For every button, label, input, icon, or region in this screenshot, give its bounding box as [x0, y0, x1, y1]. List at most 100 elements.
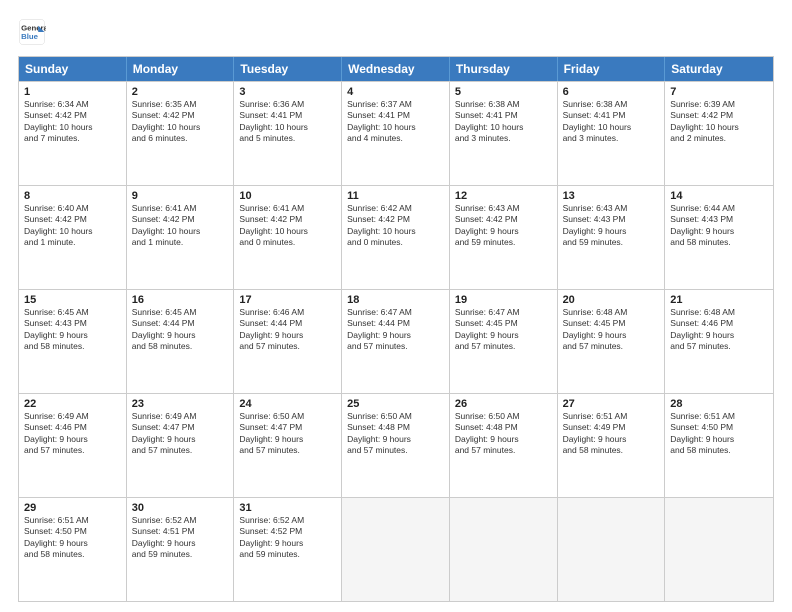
- day-number: 20: [563, 294, 660, 306]
- day-info: Sunrise: 6:47 AMSunset: 4:45 PMDaylight:…: [455, 307, 552, 353]
- day-number: 7: [670, 86, 768, 98]
- day-number: 23: [132, 398, 229, 410]
- cal-cell-day-18: 18Sunrise: 6:47 AMSunset: 4:44 PMDayligh…: [342, 290, 450, 393]
- cal-cell-day-16: 16Sunrise: 6:45 AMSunset: 4:44 PMDayligh…: [127, 290, 235, 393]
- cal-cell-empty: [558, 498, 666, 601]
- cal-header-saturday: Saturday: [665, 57, 773, 81]
- cal-cell-day-6: 6Sunrise: 6:38 AMSunset: 4:41 PMDaylight…: [558, 82, 666, 185]
- header: General Blue: [18, 18, 774, 46]
- cal-week-4: 22Sunrise: 6:49 AMSunset: 4:46 PMDayligh…: [19, 393, 773, 497]
- cal-cell-day-27: 27Sunrise: 6:51 AMSunset: 4:49 PMDayligh…: [558, 394, 666, 497]
- cal-header-monday: Monday: [127, 57, 235, 81]
- cal-cell-day-28: 28Sunrise: 6:51 AMSunset: 4:50 PMDayligh…: [665, 394, 773, 497]
- cal-cell-day-14: 14Sunrise: 6:44 AMSunset: 4:43 PMDayligh…: [665, 186, 773, 289]
- day-info: Sunrise: 6:41 AMSunset: 4:42 PMDaylight:…: [239, 203, 336, 249]
- cal-cell-day-17: 17Sunrise: 6:46 AMSunset: 4:44 PMDayligh…: [234, 290, 342, 393]
- cal-cell-day-12: 12Sunrise: 6:43 AMSunset: 4:42 PMDayligh…: [450, 186, 558, 289]
- day-info: Sunrise: 6:38 AMSunset: 4:41 PMDaylight:…: [455, 99, 552, 145]
- cal-cell-day-13: 13Sunrise: 6:43 AMSunset: 4:43 PMDayligh…: [558, 186, 666, 289]
- day-number: 11: [347, 190, 444, 202]
- day-info: Sunrise: 6:52 AMSunset: 4:52 PMDaylight:…: [239, 515, 336, 561]
- day-info: Sunrise: 6:43 AMSunset: 4:43 PMDaylight:…: [563, 203, 660, 249]
- day-info: Sunrise: 6:48 AMSunset: 4:46 PMDaylight:…: [670, 307, 768, 353]
- cal-cell-day-21: 21Sunrise: 6:48 AMSunset: 4:46 PMDayligh…: [665, 290, 773, 393]
- cal-cell-day-5: 5Sunrise: 6:38 AMSunset: 4:41 PMDaylight…: [450, 82, 558, 185]
- day-info: Sunrise: 6:41 AMSunset: 4:42 PMDaylight:…: [132, 203, 229, 249]
- day-info: Sunrise: 6:36 AMSunset: 4:41 PMDaylight:…: [239, 99, 336, 145]
- day-number: 1: [24, 86, 121, 98]
- day-info: Sunrise: 6:37 AMSunset: 4:41 PMDaylight:…: [347, 99, 444, 145]
- day-number: 18: [347, 294, 444, 306]
- cal-week-5: 29Sunrise: 6:51 AMSunset: 4:50 PMDayligh…: [19, 497, 773, 601]
- day-info: Sunrise: 6:34 AMSunset: 4:42 PMDaylight:…: [24, 99, 121, 145]
- day-number: 26: [455, 398, 552, 410]
- cal-cell-day-3: 3Sunrise: 6:36 AMSunset: 4:41 PMDaylight…: [234, 82, 342, 185]
- day-info: Sunrise: 6:49 AMSunset: 4:46 PMDaylight:…: [24, 411, 121, 457]
- cal-cell-day-31: 31Sunrise: 6:52 AMSunset: 4:52 PMDayligh…: [234, 498, 342, 601]
- day-number: 24: [239, 398, 336, 410]
- day-info: Sunrise: 6:50 AMSunset: 4:47 PMDaylight:…: [239, 411, 336, 457]
- cal-cell-empty: [450, 498, 558, 601]
- day-info: Sunrise: 6:44 AMSunset: 4:43 PMDaylight:…: [670, 203, 768, 249]
- day-info: Sunrise: 6:45 AMSunset: 4:44 PMDaylight:…: [132, 307, 229, 353]
- cal-cell-day-23: 23Sunrise: 6:49 AMSunset: 4:47 PMDayligh…: [127, 394, 235, 497]
- calendar-body: 1Sunrise: 6:34 AMSunset: 4:42 PMDaylight…: [19, 81, 773, 601]
- day-number: 12: [455, 190, 552, 202]
- cal-cell-day-9: 9Sunrise: 6:41 AMSunset: 4:42 PMDaylight…: [127, 186, 235, 289]
- cal-cell-day-30: 30Sunrise: 6:52 AMSunset: 4:51 PMDayligh…: [127, 498, 235, 601]
- cal-header-wednesday: Wednesday: [342, 57, 450, 81]
- day-number: 10: [239, 190, 336, 202]
- day-number: 2: [132, 86, 229, 98]
- day-number: 22: [24, 398, 121, 410]
- page: General Blue SundayMondayTuesdayWednesda…: [0, 0, 792, 612]
- cal-cell-day-24: 24Sunrise: 6:50 AMSunset: 4:47 PMDayligh…: [234, 394, 342, 497]
- day-info: Sunrise: 6:42 AMSunset: 4:42 PMDaylight:…: [347, 203, 444, 249]
- day-number: 21: [670, 294, 768, 306]
- day-number: 31: [239, 502, 336, 514]
- day-info: Sunrise: 6:46 AMSunset: 4:44 PMDaylight:…: [239, 307, 336, 353]
- day-number: 30: [132, 502, 229, 514]
- day-info: Sunrise: 6:39 AMSunset: 4:42 PMDaylight:…: [670, 99, 768, 145]
- day-number: 9: [132, 190, 229, 202]
- logo: General Blue: [18, 18, 50, 46]
- cal-cell-day-25: 25Sunrise: 6:50 AMSunset: 4:48 PMDayligh…: [342, 394, 450, 497]
- svg-text:Blue: Blue: [21, 32, 39, 41]
- day-number: 16: [132, 294, 229, 306]
- day-number: 6: [563, 86, 660, 98]
- calendar-header-row: SundayMondayTuesdayWednesdayThursdayFrid…: [19, 57, 773, 81]
- day-number: 29: [24, 502, 121, 514]
- day-info: Sunrise: 6:38 AMSunset: 4:41 PMDaylight:…: [563, 99, 660, 145]
- cal-cell-day-8: 8Sunrise: 6:40 AMSunset: 4:42 PMDaylight…: [19, 186, 127, 289]
- day-number: 4: [347, 86, 444, 98]
- day-info: Sunrise: 6:52 AMSunset: 4:51 PMDaylight:…: [132, 515, 229, 561]
- calendar: SundayMondayTuesdayWednesdayThursdayFrid…: [18, 56, 774, 602]
- day-info: Sunrise: 6:48 AMSunset: 4:45 PMDaylight:…: [563, 307, 660, 353]
- cal-cell-day-2: 2Sunrise: 6:35 AMSunset: 4:42 PMDaylight…: [127, 82, 235, 185]
- cal-cell-day-20: 20Sunrise: 6:48 AMSunset: 4:45 PMDayligh…: [558, 290, 666, 393]
- day-info: Sunrise: 6:51 AMSunset: 4:50 PMDaylight:…: [670, 411, 768, 457]
- day-info: Sunrise: 6:35 AMSunset: 4:42 PMDaylight:…: [132, 99, 229, 145]
- day-info: Sunrise: 6:47 AMSunset: 4:44 PMDaylight:…: [347, 307, 444, 353]
- cal-cell-empty: [665, 498, 773, 601]
- cal-header-sunday: Sunday: [19, 57, 127, 81]
- day-number: 25: [347, 398, 444, 410]
- cal-week-2: 8Sunrise: 6:40 AMSunset: 4:42 PMDaylight…: [19, 185, 773, 289]
- day-info: Sunrise: 6:51 AMSunset: 4:49 PMDaylight:…: [563, 411, 660, 457]
- cal-cell-day-10: 10Sunrise: 6:41 AMSunset: 4:42 PMDayligh…: [234, 186, 342, 289]
- cal-cell-day-4: 4Sunrise: 6:37 AMSunset: 4:41 PMDaylight…: [342, 82, 450, 185]
- day-info: Sunrise: 6:43 AMSunset: 4:42 PMDaylight:…: [455, 203, 552, 249]
- cal-week-3: 15Sunrise: 6:45 AMSunset: 4:43 PMDayligh…: [19, 289, 773, 393]
- day-info: Sunrise: 6:51 AMSunset: 4:50 PMDaylight:…: [24, 515, 121, 561]
- day-info: Sunrise: 6:45 AMSunset: 4:43 PMDaylight:…: [24, 307, 121, 353]
- cal-cell-day-26: 26Sunrise: 6:50 AMSunset: 4:48 PMDayligh…: [450, 394, 558, 497]
- day-number: 27: [563, 398, 660, 410]
- cal-cell-day-11: 11Sunrise: 6:42 AMSunset: 4:42 PMDayligh…: [342, 186, 450, 289]
- day-info: Sunrise: 6:49 AMSunset: 4:47 PMDaylight:…: [132, 411, 229, 457]
- day-info: Sunrise: 6:40 AMSunset: 4:42 PMDaylight:…: [24, 203, 121, 249]
- cal-cell-day-15: 15Sunrise: 6:45 AMSunset: 4:43 PMDayligh…: [19, 290, 127, 393]
- day-number: 3: [239, 86, 336, 98]
- cal-cell-day-1: 1Sunrise: 6:34 AMSunset: 4:42 PMDaylight…: [19, 82, 127, 185]
- cal-header-friday: Friday: [558, 57, 666, 81]
- day-number: 19: [455, 294, 552, 306]
- cal-header-thursday: Thursday: [450, 57, 558, 81]
